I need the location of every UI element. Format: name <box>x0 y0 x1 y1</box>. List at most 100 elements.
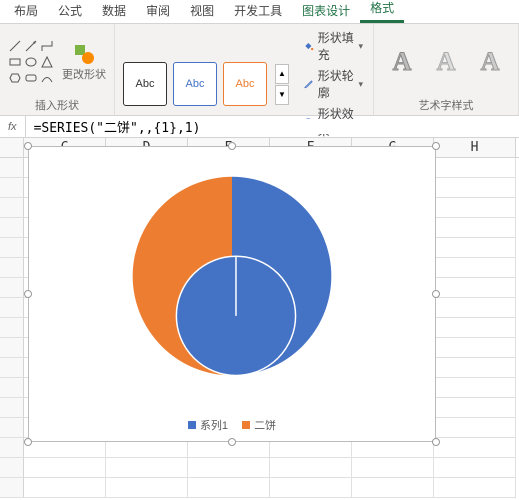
resize-handle-tl[interactable] <box>24 142 32 150</box>
row-header[interactable] <box>0 238 24 258</box>
row-header[interactable] <box>0 198 24 218</box>
tab-data[interactable]: 数据 <box>92 0 136 23</box>
shape-rect-icon[interactable] <box>8 55 22 69</box>
tab-view[interactable]: 视图 <box>180 0 224 23</box>
row-header[interactable] <box>0 398 24 418</box>
tab-layout[interactable]: 布局 <box>4 0 48 23</box>
style-gallery-up-icon[interactable]: ▲ <box>275 64 289 84</box>
wordart-gallery[interactable]: A A A <box>382 42 510 82</box>
tab-format[interactable]: 格式 <box>360 0 404 23</box>
shape-arrow-icon[interactable] <box>24 39 38 53</box>
style-gallery-more-icon[interactable]: ▼ <box>275 85 289 105</box>
cell[interactable] <box>106 478 188 498</box>
select-all-cell[interactable] <box>0 138 24 157</box>
resize-handle-bm[interactable] <box>228 438 236 446</box>
chart-object[interactable]: 系列1 二饼 <box>28 146 436 442</box>
col-header-h[interactable]: H <box>434 138 516 157</box>
pie-chart[interactable] <box>29 147 435 441</box>
row-header[interactable] <box>0 258 24 278</box>
cell[interactable] <box>434 278 516 298</box>
shapes-gallery[interactable] <box>8 39 54 85</box>
legend-item-erbing[interactable]: 二饼 <box>242 417 276 433</box>
cell[interactable] <box>434 218 516 238</box>
shape-elbow-icon[interactable] <box>40 39 54 53</box>
wordart-thumb-3[interactable]: A <box>470 42 510 82</box>
resize-handle-tr[interactable] <box>432 142 440 150</box>
wordart-thumb-2[interactable]: A <box>426 42 466 82</box>
cell[interactable] <box>106 458 188 478</box>
row-header[interactable] <box>0 378 24 398</box>
style-thumb-1[interactable]: Abc <box>123 62 167 106</box>
shape-outline-button[interactable]: 形状轮廓 ▾ <box>301 66 365 102</box>
cell[interactable] <box>270 458 352 478</box>
row-header[interactable] <box>0 358 24 378</box>
shape-fill-label: 形状填充 <box>318 29 355 63</box>
row-header[interactable] <box>0 278 24 298</box>
shape-triangle-icon[interactable] <box>40 55 54 69</box>
cell[interactable] <box>434 198 516 218</box>
row-header[interactable] <box>0 298 24 318</box>
resize-handle-mr[interactable] <box>432 290 440 298</box>
cell[interactable] <box>434 158 516 178</box>
cell[interactable] <box>434 318 516 338</box>
worksheet-grid[interactable]: C D E F G H <box>0 138 519 498</box>
cell[interactable] <box>434 358 516 378</box>
wordart-thumb-1[interactable]: A <box>382 42 422 82</box>
resize-handle-br[interactable] <box>432 438 440 446</box>
row-header[interactable] <box>0 218 24 238</box>
shape-line-icon[interactable] <box>8 39 22 53</box>
shape-oval-icon[interactable] <box>24 55 38 69</box>
resize-handle-bl[interactable] <box>24 438 32 446</box>
cell[interactable] <box>352 478 434 498</box>
row-header[interactable] <box>0 418 24 438</box>
row-header[interactable] <box>0 158 24 178</box>
shape-hex-icon[interactable] <box>8 71 22 85</box>
tab-devtools[interactable]: 开发工具 <box>224 0 292 23</box>
row-header[interactable] <box>0 438 24 458</box>
resize-handle-tm[interactable] <box>228 142 236 150</box>
group-label-insert-shapes: 插入形状 <box>8 97 106 113</box>
cell[interactable] <box>188 478 270 498</box>
cell[interactable] <box>434 298 516 318</box>
row-header[interactable] <box>0 458 24 478</box>
paint-bucket-icon <box>303 39 314 53</box>
cell[interactable] <box>434 418 516 438</box>
pen-icon <box>303 77 314 91</box>
cell[interactable] <box>434 438 516 458</box>
cell[interactable] <box>434 398 516 418</box>
row-header[interactable] <box>0 178 24 198</box>
style-thumb-2[interactable]: Abc <box>173 62 217 106</box>
cell[interactable] <box>434 238 516 258</box>
cell[interactable] <box>352 458 434 478</box>
cell[interactable] <box>188 458 270 478</box>
ribbon: 更改形状 插入形状 Abc Abc Abc ▲ ▼ 形状填充 ▾ <box>0 24 519 116</box>
shape-rrect-icon[interactable] <box>24 71 38 85</box>
row-header[interactable] <box>0 478 24 498</box>
row-header[interactable] <box>0 318 24 338</box>
fx-label[interactable]: fx <box>0 116 26 137</box>
chart-legend[interactable]: 系列1 二饼 <box>29 417 435 433</box>
resize-handle-ml[interactable] <box>24 290 32 298</box>
legend-swatch-1 <box>188 421 196 429</box>
cell[interactable] <box>270 478 352 498</box>
cell[interactable] <box>434 478 516 498</box>
tab-formulas[interactable]: 公式 <box>48 0 92 23</box>
group-shape-styles: Abc Abc Abc ▲ ▼ 形状填充 ▾ 形状轮廓 ▾ <box>115 24 374 115</box>
tab-review[interactable]: 审阅 <box>136 0 180 23</box>
shape-fill-button[interactable]: 形状填充 ▾ <box>301 28 365 64</box>
cell[interactable] <box>434 258 516 278</box>
cell[interactable] <box>434 178 516 198</box>
row-header[interactable] <box>0 338 24 358</box>
shape-curve-icon[interactable] <box>40 71 54 85</box>
cell[interactable] <box>24 458 106 478</box>
legend-item-series1[interactable]: 系列1 <box>188 417 228 433</box>
cell[interactable] <box>434 378 516 398</box>
style-thumb-3[interactable]: Abc <box>223 62 267 106</box>
change-shape-button[interactable]: 更改形状 <box>62 42 106 82</box>
formula-input[interactable] <box>26 119 519 134</box>
cell[interactable] <box>24 478 106 498</box>
shape-style-gallery[interactable]: Abc Abc Abc ▲ ▼ <box>123 62 289 106</box>
cell[interactable] <box>434 458 516 478</box>
tab-chart-design[interactable]: 图表设计 <box>292 0 360 23</box>
cell[interactable] <box>434 338 516 358</box>
